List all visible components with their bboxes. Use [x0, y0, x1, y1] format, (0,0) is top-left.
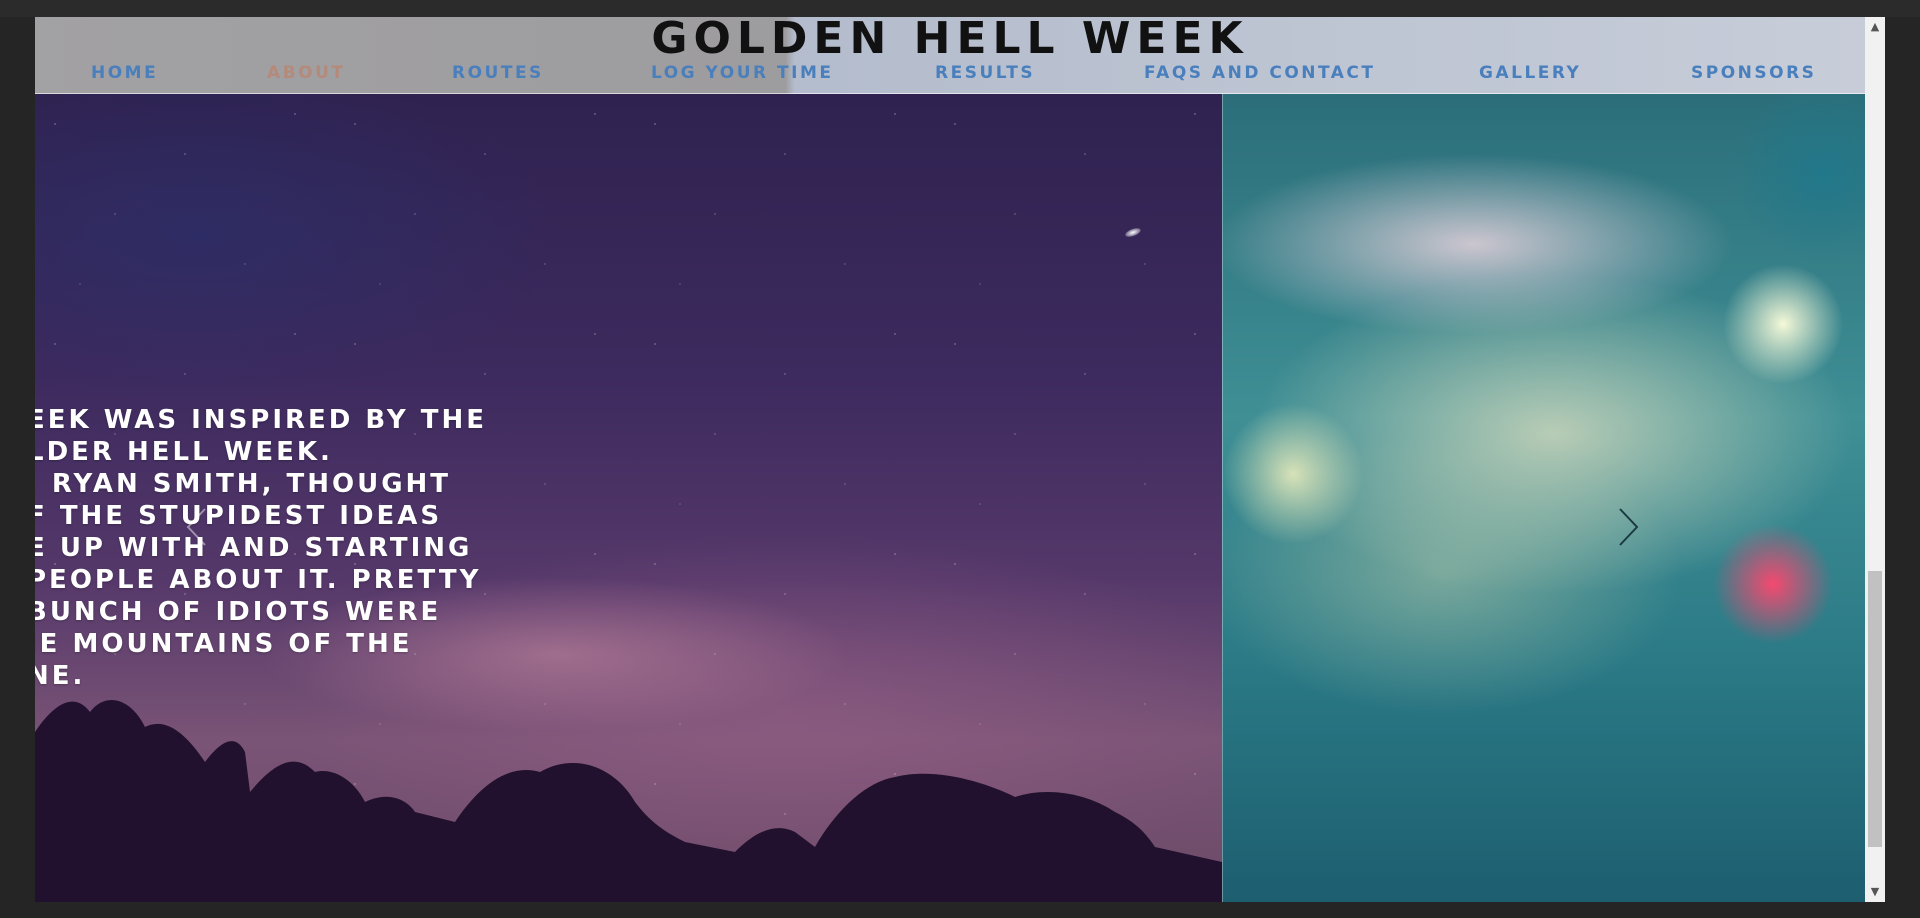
nav-item-gallery[interactable]: GALLERY: [1479, 63, 1581, 83]
nav-item-faqs-and-contact[interactable]: FAQS AND CONTACT: [1144, 63, 1376, 83]
browser-top-strip: [0, 0, 1920, 17]
slide-caption-line: NE.: [35, 661, 86, 691]
slide-bokeh-image: [1222, 94, 1865, 902]
vertical-scrollbar[interactable]: ▲ ▼: [1865, 17, 1885, 902]
slide-caption-line: LDER HELL WEEK.: [35, 437, 333, 467]
tree-silhouettes: [35, 700, 1222, 902]
main-nav: HOME ABOUT ROUTES LOG YOUR TIME RESULTS …: [35, 63, 1865, 89]
nav-item-sponsors[interactable]: SPONSORS: [1691, 63, 1816, 83]
nav-item-results[interactable]: RESULTS: [935, 63, 1035, 83]
scrollbar-thumb[interactable]: [1868, 571, 1882, 847]
nav-item-about[interactable]: ABOUT: [267, 63, 345, 83]
slide-caption-line: F THE STUPIDEST IDEAS: [35, 501, 443, 531]
site-header: GOLDEN HELL WEEK HOME ABOUT ROUTES LOG Y…: [35, 17, 1865, 94]
page-viewport: EEK WAS INSPIRED BY THE LDER HELL WEEK. …: [35, 17, 1865, 902]
slide-prev-button[interactable]: [185, 507, 207, 547]
chevron-right-icon: [1619, 508, 1639, 546]
slide-caption-line: IE MOUNTAINS OF THE: [35, 629, 413, 659]
slide-caption-line: E UP WITH AND STARTING: [35, 533, 473, 563]
slide-caption: EEK WAS INSPIRED BY THE LDER HELL WEEK. …: [35, 404, 547, 692]
chevron-left-icon: [186, 508, 206, 546]
slide-caption-line: BUNCH OF IDIOTS WERE: [35, 597, 442, 627]
site-title[interactable]: GOLDEN HELL WEEK: [35, 17, 1865, 64]
nav-item-home[interactable]: HOME: [91, 63, 158, 83]
slide-night-sky-image: EEK WAS INSPIRED BY THE LDER HELL WEEK. …: [35, 94, 1222, 902]
scroll-up-arrow-icon[interactable]: ▲: [1865, 17, 1885, 37]
slide-caption-line: , RYAN SMITH, THOUGHT: [35, 469, 452, 499]
slide-next-button[interactable]: [1618, 507, 1640, 547]
scroll-down-arrow-icon[interactable]: ▼: [1865, 882, 1885, 902]
slide-caption-line: PEOPLE ABOUT IT. PRETTY: [35, 565, 482, 595]
nav-item-routes[interactable]: ROUTES: [452, 63, 544, 83]
slide-caption-line: EEK WAS INSPIRED BY THE: [35, 405, 487, 435]
nav-item-log-your-time[interactable]: LOG YOUR TIME: [651, 63, 833, 83]
